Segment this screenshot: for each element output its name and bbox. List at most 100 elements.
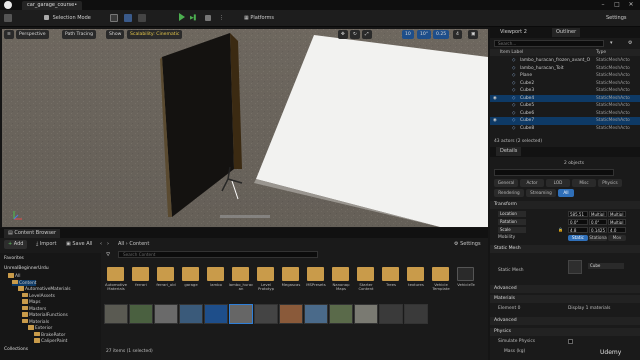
filter-icon[interactable]: ⛛ [106,252,110,258]
outliner-row[interactable]: ◉ ◇ Cube7 StaticMeshActo [490,117,640,125]
asset-thumbnail[interactable] [379,304,403,324]
folder-tile[interactable]: Automotive Materials [104,265,128,299]
outliner-row[interactable]: ◇ Cube2 StaticMeshActo [490,80,640,88]
visibility-eye-icon[interactable]: ◉ [493,117,497,125]
asset-thumbnail[interactable] [254,304,278,324]
outliner-row[interactable]: ◇ Cube3 StaticMeshActo [490,87,640,95]
asset-thumbnail[interactable] [404,304,428,324]
folder-tile[interactable]: lambo [204,265,228,299]
asset-thumbnail[interactable] [229,304,253,324]
folder-tile[interactable]: Level Prototyp [254,265,278,299]
nav-forward-icon[interactable]: › [107,240,109,249]
location-x-field[interactable]: 585.51 [568,211,588,217]
asset-thumbnail[interactable] [179,304,203,324]
rotation-dropdown[interactable]: Rotation [498,219,526,225]
simulate-physics-checkbox[interactable] [568,339,573,344]
rotation-x-field[interactable]: 0.0° [568,219,588,225]
rotation-z-field[interactable]: Multipl [608,219,626,225]
location-dropdown[interactable]: Location [498,211,526,217]
content-browser-settings-button[interactable]: ⚙ Settings [454,240,481,249]
breadcrumb-all[interactable]: All [118,241,124,247]
section-advanced[interactable]: Advanced [490,285,640,293]
section-transform[interactable]: Transform [490,201,640,209]
outliner-settings-icon[interactable]: ⚙ [628,40,632,46]
mobility-stationary[interactable]: Stationa [589,235,607,241]
display-materials-link[interactable]: Display 1 materials [568,305,610,312]
filter-misc[interactable]: Misc [572,179,596,187]
step-icon[interactable]: ▶▌ [190,13,198,24]
scale-dropdown[interactable]: Scale [498,227,526,233]
save-icon[interactable] [4,13,12,24]
outliner-row[interactable]: ◇ Cube8 StaticMeshActo [490,125,640,133]
cinematics-icon[interactable] [138,13,146,24]
filter-streaming[interactable]: Streaming [526,189,556,197]
collections-header[interactable]: Collections [4,347,28,354]
close-icon[interactable]: ✕ [625,0,637,10]
filter-general[interactable]: General [494,179,518,187]
scale-y-field[interactable]: 0.1425 [589,227,607,233]
outliner-row[interactable]: ◇ lambo_huracan_Toit StaticMeshActo [490,65,640,73]
play-icon[interactable] [179,13,185,21]
section-advanced-2[interactable]: Advanced [490,317,640,325]
more-options-icon[interactable]: ⋮ [219,13,224,24]
blueprint-icon[interactable] [124,13,132,24]
save-all-button[interactable]: ▣ Save All [66,240,92,249]
folder-tile[interactable]: garage [179,265,203,299]
asset-thumbnail[interactable] [304,304,328,324]
mobility-static[interactable]: Static [568,235,588,241]
scale-x-field[interactable]: 4.8 [568,227,588,233]
section-static-mesh[interactable]: Static Mesh [490,245,640,253]
folder-tile[interactable]: Megascas [279,265,303,299]
platforms-button[interactable]: ▦ Platforms [244,13,274,24]
asset-thumbnail[interactable] [154,304,178,324]
static-mesh-dropdown[interactable]: Cube [588,263,624,269]
asset-thumbnail[interactable] [204,304,228,324]
add-content-icon[interactable] [110,13,118,24]
outliner-row[interactable]: ◉ ◇ Cube4 StaticMeshActo [490,94,640,102]
filter-rendering[interactable]: Rendering [494,189,524,197]
folder-tile[interactable]: MSPresets [304,265,328,299]
add-button[interactable]: + Add [4,240,28,249]
outliner-row[interactable]: ◇ Cube6 StaticMeshActo [490,110,640,118]
scale-z-field[interactable]: 4.0 [608,227,626,233]
column-type[interactable]: Type [596,49,606,56]
folder-tile[interactable]: Nanonap Maps [329,265,353,299]
folder-tile[interactable]: ferrari [129,265,153,299]
stop-icon[interactable] [205,13,211,24]
level-viewport[interactable]: ≡ Perspective Path Tracing Show Scalabil… [2,29,488,227]
details-search-input[interactable] [494,169,614,176]
favorites-header[interactable]: Favorites [4,256,24,263]
outliner-row[interactable]: ◇ Plane StaticMeshActo [490,72,640,80]
folder-tile[interactable]: Trees [379,265,403,299]
folder-tile[interactable]: VehicleTe [454,265,478,299]
tab-details[interactable]: Details [496,147,522,156]
asset-thumbnail[interactable] [104,304,128,324]
folder-tree-item[interactable]: CaliperPaint [34,338,67,345]
folder-tile[interactable]: lambo_huracan [229,265,253,299]
outliner-row[interactable]: ◇ Cube5 StaticMeshActo [490,102,640,110]
breadcrumb-content[interactable]: Content [129,241,149,247]
outliner-row[interactable]: ◇ lambo_huracan_frozen_avant_O StaticMeshA… [490,57,640,65]
filter-actor[interactable]: Actor [520,179,544,187]
filter-lod[interactable]: LOD [546,179,570,187]
project-header[interactable]: UnrealBeginnerUrdu [4,266,49,273]
tab-viewport-2[interactable]: Viewport 2 [496,28,531,37]
filter-physics[interactable]: Physics [598,179,622,187]
selection-mode-button[interactable]: Selection Mode [44,13,91,24]
level-tab[interactable]: car_garage_course• [22,1,83,10]
scale-lock-icon[interactable]: 🔒 [558,227,563,232]
import-button[interactable]: ⤓ Import [36,240,56,249]
nav-back-icon[interactable]: ‹ [100,240,102,249]
column-item-label[interactable]: Item Label [500,49,523,56]
section-materials[interactable]: Materials [490,295,640,303]
section-physics[interactable]: Physics [490,328,640,336]
tab-outliner[interactable]: Outliner [552,28,581,37]
location-z-field[interactable]: Multipl [608,211,626,217]
folder-tile[interactable]: Vehicle Template [429,265,453,299]
folder-tile[interactable]: Starter Content [354,265,378,299]
settings-button[interactable]: Settings [606,13,627,24]
asset-thumbnail[interactable] [354,304,378,324]
asset-thumbnail[interactable] [329,304,353,324]
mobility-movable[interactable]: Mov [608,235,626,241]
minimize-icon[interactable]: – [597,0,609,10]
